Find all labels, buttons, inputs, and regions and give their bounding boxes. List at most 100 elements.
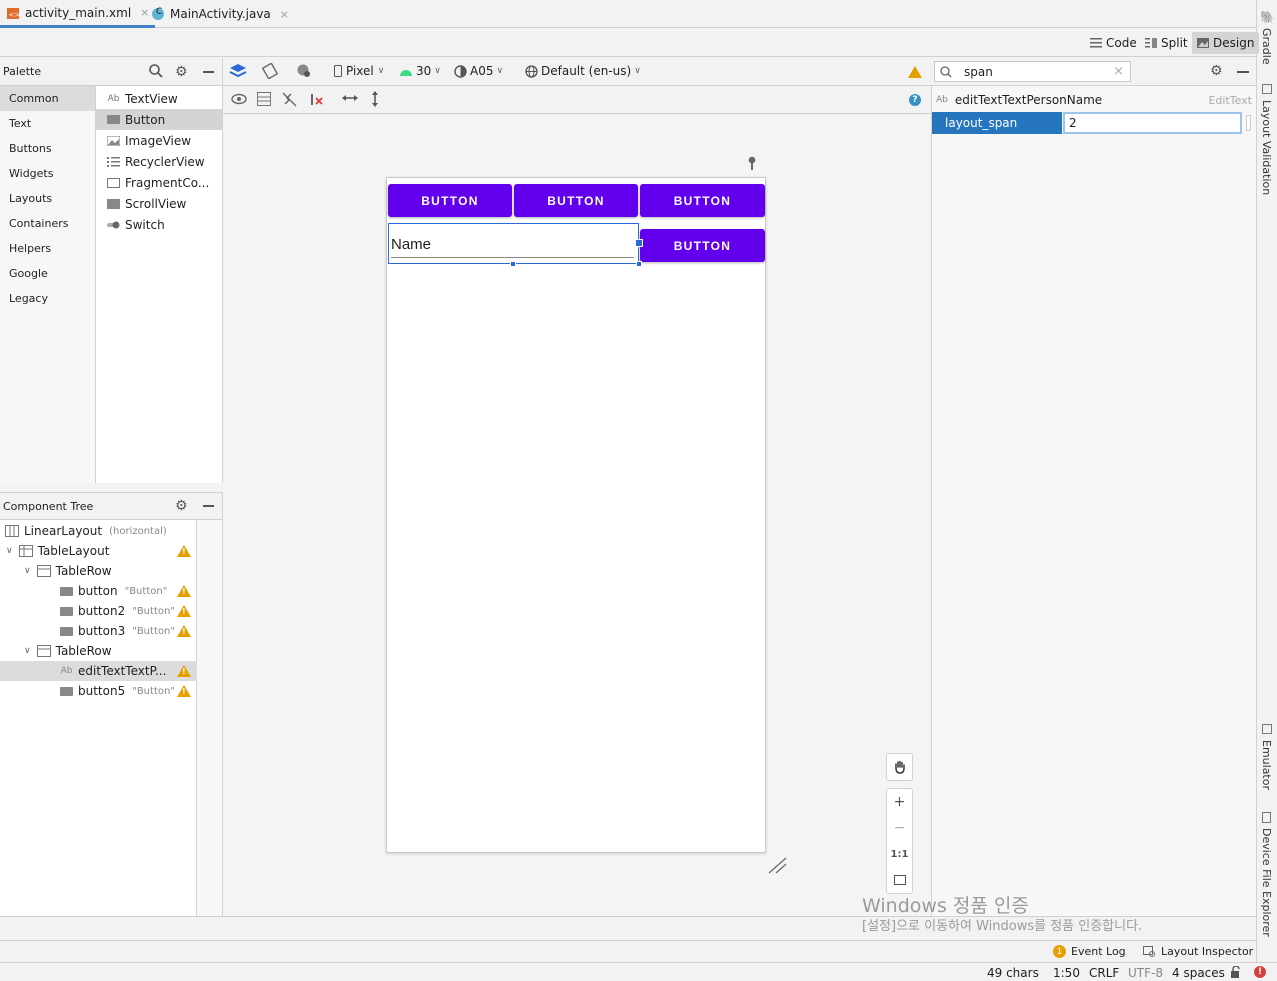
warning-icon[interactable] <box>177 545 191 557</box>
tab-activity-main-xml[interactable]: <> activity_main.xml × <box>0 0 156 28</box>
layers-icon[interactable] <box>229 63 247 79</box>
code-mode-button[interactable]: Code <box>1085 32 1142 54</box>
close-tab-icon[interactable]: × <box>280 8 289 21</box>
button-icon <box>60 686 73 696</box>
tool-device-file-explorer[interactable]: Device File Explorer <box>1260 828 1273 937</box>
gear-icon[interactable]: ⚙ <box>1210 63 1223 79</box>
palette-category-widgets[interactable]: Widgets <box>0 161 95 186</box>
tree-row[interactable]: ∨ TableRow <box>0 561 197 581</box>
split-mode-button[interactable]: Split <box>1140 32 1193 54</box>
tool-gradle[interactable]: Gradle <box>1260 28 1273 65</box>
tree-row[interactable]: LinearLayout (horizontal) <box>0 521 197 541</box>
search-icon[interactable] <box>149 64 163 78</box>
scrollview-icon <box>107 198 120 209</box>
preview-button-5[interactable]: BUTTON <box>640 229 765 262</box>
tree-row[interactable]: button "Button" <box>0 581 197 601</box>
chevron-down-icon[interactable]: ∨ <box>24 566 31 576</box>
attribute-value-input[interactable]: 2 <box>1063 112 1242 134</box>
palette-category-layouts[interactable]: Layouts <box>0 186 95 211</box>
palette-item-fragment[interactable]: FragmentCo... <box>96 172 222 193</box>
palette-category-common[interactable]: Common <box>0 86 95 111</box>
design-mode-button[interactable]: Design <box>1192 32 1260 54</box>
pan-button[interactable] <box>886 753 913 781</box>
error-icon[interactable]: ! <box>1254 966 1266 978</box>
minimize-icon[interactable] <box>1237 71 1249 73</box>
chevron-down-icon[interactable]: ∨ <box>24 646 31 656</box>
file-encoding[interactable]: UTF-8 <box>1128 966 1163 980</box>
line-separator[interactable]: CRLF <box>1089 966 1119 980</box>
warning-icon[interactable] <box>177 605 191 617</box>
eye-icon[interactable] <box>231 93 247 105</box>
caret-position[interactable]: 1:50 <box>1053 966 1080 980</box>
tree-row[interactable]: button5 "Button" <box>0 681 197 701</box>
layout-validation-icon <box>1262 84 1272 94</box>
preview-button-3[interactable]: BUTTON <box>640 184 765 217</box>
gear-icon[interactable]: ⚙ <box>175 64 188 80</box>
zoom-fit-button[interactable] <box>887 867 912 893</box>
help-icon[interactable]: ? <box>909 94 921 106</box>
pick-resource-icon[interactable] <box>1246 115 1251 131</box>
indent-setting[interactable]: 4 spaces <box>1172 966 1225 980</box>
tool-layout-validation[interactable]: Layout Validation <box>1260 100 1273 195</box>
palette-item-imageview[interactable]: ImageView <box>96 130 222 151</box>
tree-row[interactable]: button3 "Button" <box>0 621 197 641</box>
zoom-in-button[interactable]: + <box>887 789 912 815</box>
xml-file-icon: <> <box>6 6 20 20</box>
minimize-icon[interactable] <box>203 71 214 73</box>
tool-emulator[interactable]: Emulator <box>1260 740 1273 790</box>
preview-button-1[interactable]: BUTTON <box>388 184 512 217</box>
preview-button-2[interactable]: BUTTON <box>514 184 638 217</box>
minimize-icon[interactable] <box>203 505 214 507</box>
tree-row[interactable]: button2 "Button" <box>0 601 197 621</box>
gear-icon[interactable]: ⚙ <box>175 498 188 514</box>
warning-icon[interactable] <box>177 665 191 677</box>
palette-item-scrollview[interactable]: ScrollView <box>96 193 222 214</box>
resize-handle-bottom[interactable] <box>510 261 516 267</box>
margins-icon[interactable] <box>257 92 271 106</box>
night-mode-icon[interactable] <box>296 63 312 79</box>
palette-category-legacy[interactable]: Legacy <box>0 286 95 311</box>
api-selector[interactable]: 30 ∨ <box>399 64 441 78</box>
tree-row[interactable]: ∨ TableRow <box>0 641 197 661</box>
resize-handle-corner[interactable] <box>636 261 642 267</box>
horizontal-arrows-icon[interactable] <box>342 93 358 103</box>
event-log-button[interactable]: 1 Event Log <box>1053 945 1126 958</box>
preview-edittext[interactable]: Name <box>388 223 639 264</box>
device-selector[interactable]: Pixel ∨ <box>334 64 384 78</box>
palette-item-textview[interactable]: Ab TextView <box>96 88 222 109</box>
palette-item-recyclerview[interactable]: RecyclerView <box>96 151 222 172</box>
clear-search-icon[interactable]: × <box>1113 64 1124 79</box>
warning-icon[interactable] <box>177 585 191 597</box>
tree-row[interactable]: ∨ TableLayout <box>0 541 197 561</box>
palette-item-switch[interactable]: Switch <box>96 214 222 235</box>
tab-label: MainActivity.java <box>170 7 271 21</box>
warning-icon[interactable] <box>177 625 191 637</box>
warning-icon[interactable] <box>908 66 922 78</box>
palette-category-google[interactable]: Google <box>0 261 95 286</box>
switch-icon <box>107 220 120 230</box>
vertical-arrows-icon[interactable] <box>370 91 380 107</box>
autoconnect-off-icon[interactable] <box>282 92 297 107</box>
wrench-icon[interactable] <box>747 156 757 173</box>
tree-row-selected[interactable]: Ab editTextTextP... <box>0 661 197 681</box>
layout-inspector-button[interactable]: Layout Inspector <box>1143 945 1253 958</box>
orientation-icon[interactable] <box>262 63 278 79</box>
resize-handle-right[interactable] <box>635 239 643 247</box>
locale-selector[interactable]: Default (en-us) ∨ <box>525 64 641 78</box>
zoom-actual-size-button[interactable]: 1:1 <box>887 841 912 867</box>
palette-category-helpers[interactable]: Helpers <box>0 236 95 261</box>
device-resize-icon[interactable] <box>766 855 788 878</box>
lock-icon[interactable] <box>1230 965 1241 981</box>
clear-constraints-icon[interactable] <box>309 92 324 107</box>
tab-mainactivity-java[interactable]: C MainActivity.java × <box>145 0 295 28</box>
code-lines-icon <box>1090 38 1102 48</box>
attributes-search-input[interactable]: span × <box>934 61 1131 82</box>
chevron-down-icon[interactable]: ∨ <box>6 546 13 556</box>
palette-category-containers[interactable]: Containers <box>0 211 95 236</box>
zoom-out-button[interactable]: − <box>887 815 912 841</box>
warning-icon[interactable] <box>177 685 191 697</box>
theme-selector[interactable]: A05 ∨ <box>454 64 503 78</box>
palette-item-button[interactable]: Button <box>96 109 222 130</box>
palette-category-buttons[interactable]: Buttons <box>0 136 95 161</box>
palette-category-text[interactable]: Text <box>0 111 95 136</box>
